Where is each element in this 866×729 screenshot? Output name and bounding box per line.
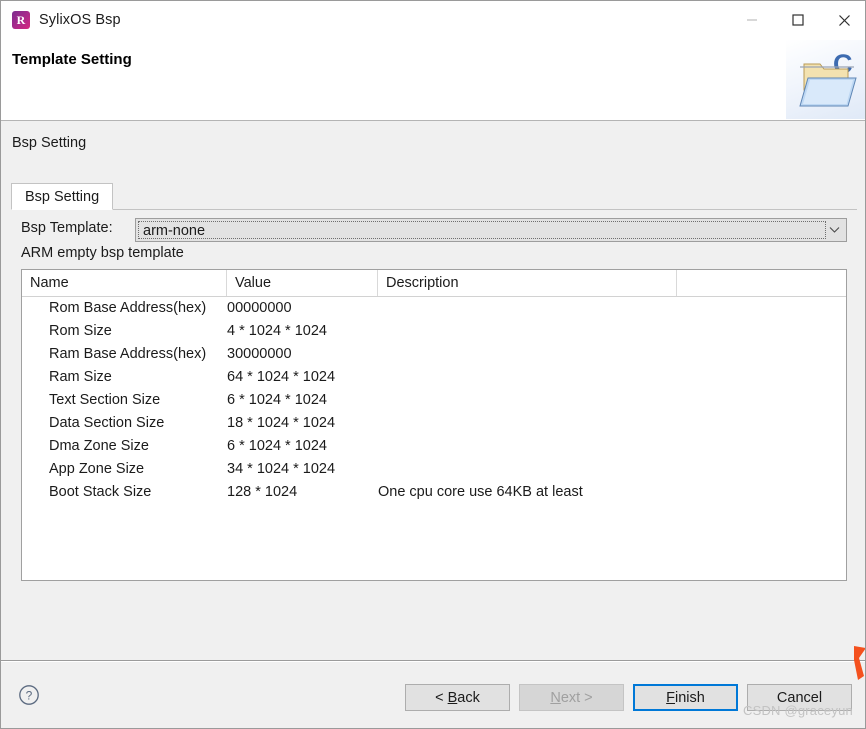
cell-description (378, 343, 678, 366)
table-row[interactable]: Rom Size 4 * 1024 * 1024 (22, 320, 846, 343)
finish-button[interactable]: Finish (633, 684, 738, 711)
cell-description (378, 389, 678, 412)
app-icon: R (12, 11, 30, 29)
svg-text:?: ? (26, 689, 33, 703)
cell-value: 30000000 (227, 346, 292, 362)
wizard-window: R SylixOS Bsp Template Setting C Bsp Set… (0, 0, 866, 729)
cell-value: 4 * 1024 * 1024 (227, 323, 327, 339)
page-title: Template Setting (12, 51, 132, 68)
cell-value: 6 * 1024 * 1024 (227, 392, 327, 408)
table-row[interactable]: App Zone Size 34 * 1024 * 1024 (22, 458, 846, 481)
bsp-template-description: ARM empty bsp template (21, 245, 184, 261)
help-question-icon: ? (19, 685, 39, 705)
next-button[interactable]: Next > (519, 684, 624, 711)
table-row[interactable]: Ram Base Address(hex) 30000000 (22, 343, 846, 366)
wizard-footer: ? < Back Next > Finish Cancel (1, 662, 865, 728)
minimize-button[interactable] (729, 1, 775, 39)
table-row[interactable]: Boot Stack Size 128 * 1024 One cpu core … (22, 481, 846, 504)
wizard-header: Template Setting C (1, 39, 865, 121)
minimize-icon (747, 19, 757, 21)
cell-name: Rom Base Address(hex) (49, 300, 207, 316)
open-folder-with-c-icon: C (799, 49, 857, 107)
tab-strip: Bsp Setting (11, 183, 857, 210)
cell-name: Ram Size (49, 369, 112, 385)
cell-value: 64 * 1024 * 1024 (227, 369, 336, 385)
bsp-template-label: Bsp Template: (21, 220, 113, 236)
cell-description: One cpu core use 64KB at least (378, 484, 583, 500)
close-button[interactable] (821, 1, 865, 39)
cell-value: 128 * 1024 (227, 484, 298, 500)
table-body: Rom Base Address(hex) 00000000 Rom Size … (22, 297, 846, 504)
chevron-down-icon (829, 227, 839, 233)
combo-focus-ring: arm-none (138, 221, 826, 239)
cell-value: 00000000 (227, 300, 292, 316)
table-row[interactable]: Ram Size 64 * 1024 * 1024 (22, 366, 846, 389)
tab-folder: Bsp Setting Bsp Template: arm-none ARM e… (11, 183, 857, 650)
window-controls (729, 1, 865, 39)
column-header-name[interactable]: Name (22, 270, 227, 296)
wizard-banner: C (786, 40, 865, 119)
cell-name: Text Section Size (49, 392, 161, 408)
table-row[interactable]: Rom Base Address(hex) 00000000 (22, 297, 846, 320)
cell-name: Boot Stack Size (49, 484, 152, 500)
column-header-value[interactable]: Value (227, 270, 378, 296)
maximize-icon (792, 14, 804, 26)
close-icon (838, 14, 850, 26)
cancel-button[interactable]: Cancel (747, 684, 852, 711)
back-button[interactable]: < Back (405, 684, 510, 711)
cell-name: App Zone Size (49, 461, 145, 477)
section-title: Bsp Setting (12, 135, 87, 151)
table-row[interactable]: Dma Zone Size 6 * 1024 * 1024 (22, 435, 846, 458)
cell-description (378, 458, 678, 481)
back-button-label: B (447, 689, 458, 706)
table-header-row: Name Value Description (22, 270, 846, 297)
cell-description (378, 412, 678, 435)
cell-name: Dma Zone Size (49, 438, 149, 454)
tab-panel-bsp-setting: Bsp Template: arm-none ARM empty bsp tem… (11, 210, 857, 650)
cell-description (378, 297, 678, 320)
next-button-label: N (550, 689, 561, 706)
window-title: SylixOS Bsp (39, 12, 121, 28)
cell-value: 6 * 1024 * 1024 (227, 438, 327, 454)
column-header-blank[interactable] (677, 270, 846, 296)
table-row[interactable]: Text Section Size 6 * 1024 * 1024 (22, 389, 846, 412)
column-header-description[interactable]: Description (378, 270, 677, 296)
cell-description (378, 435, 678, 458)
bsp-properties-table[interactable]: Name Value Description Rom Base Address(… (21, 269, 847, 581)
maximize-button[interactable] (775, 1, 821, 39)
wizard-button-row: < Back Next > Finish Cancel (405, 684, 852, 711)
table-row[interactable]: Data Section Size 18 * 1024 * 1024 (22, 412, 846, 435)
cell-name: Data Section Size (49, 415, 165, 431)
cell-value: 34 * 1024 * 1024 (227, 461, 336, 477)
cell-name: Rom Size (49, 323, 112, 339)
bsp-template-row: Bsp Template: arm-none (21, 218, 847, 242)
title-bar: R SylixOS Bsp (1, 1, 865, 39)
help-button[interactable]: ? (18, 684, 40, 706)
cell-description (378, 366, 678, 389)
tab-bsp-setting[interactable]: Bsp Setting (11, 183, 114, 210)
bsp-template-value: arm-none (143, 223, 206, 239)
cell-description (378, 320, 678, 343)
combo-arrow-button[interactable] (825, 219, 843, 241)
wizard-body: Bsp Setting Bsp Setting Bsp Template: ar… (1, 121, 865, 661)
finish-button-label: F (666, 689, 676, 706)
cell-value: 18 * 1024 * 1024 (227, 415, 336, 431)
bsp-template-combo[interactable]: arm-none (135, 218, 847, 242)
cell-name: Ram Base Address(hex) (49, 346, 207, 362)
